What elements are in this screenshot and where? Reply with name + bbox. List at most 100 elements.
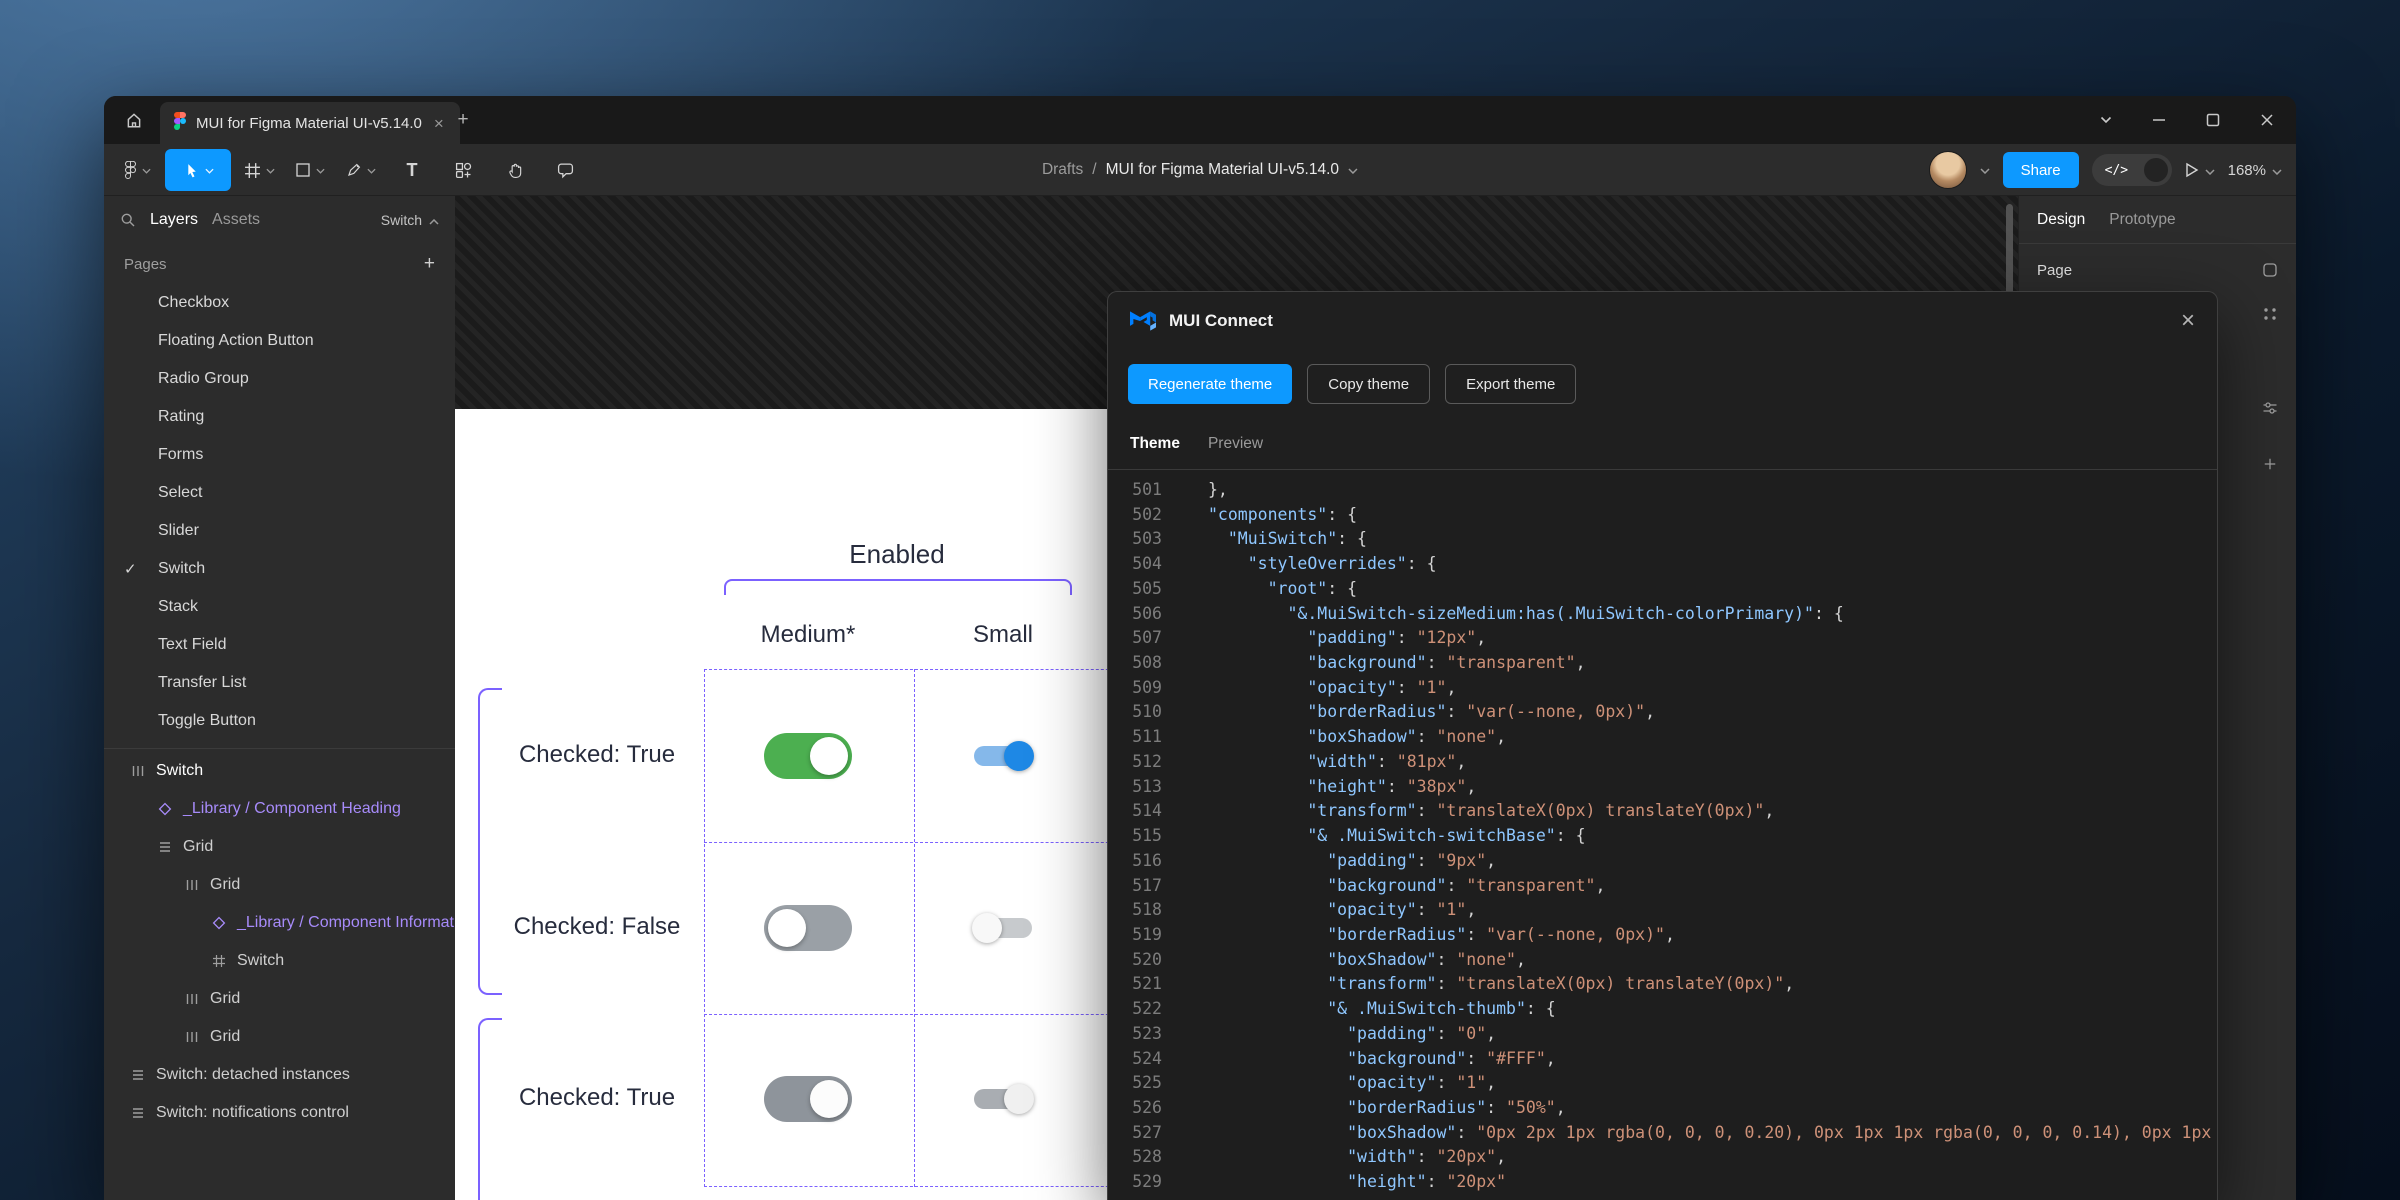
frame-tool[interactable] [236, 149, 282, 191]
zoom-control[interactable]: 168% [2228, 162, 2282, 179]
code-text: "transform": "translateX(0px) translateY… [1208, 799, 1774, 824]
page-row[interactable]: Toggle Button [104, 702, 455, 740]
page-row[interactable]: Rating [104, 398, 455, 436]
dev-mode-toggle[interactable]: </> [2092, 154, 2172, 186]
adjust-sliders-icon[interactable] [2258, 396, 2282, 420]
cols-icon [184, 1029, 200, 1045]
layer-row[interactable]: Switch [104, 752, 455, 790]
dialog-actions: Regenerate theme Copy theme Export theme [1108, 350, 2217, 418]
page-row[interactable]: Stack [104, 588, 455, 626]
window-close-button[interactable] [2260, 113, 2274, 127]
main-menu-button[interactable] [114, 149, 160, 191]
switch-medium-checked[interactable] [764, 1076, 852, 1122]
breadcrumb-folder[interactable]: Drafts [1042, 161, 1083, 179]
layer-row[interactable]: _Library / Component Information [104, 904, 455, 942]
switch-small-checked[interactable] [974, 741, 1032, 771]
line-number: 510 [1126, 700, 1162, 725]
avatar[interactable] [1929, 151, 1967, 189]
maximize-button[interactable] [2206, 113, 2220, 127]
present-button[interactable] [2185, 162, 2215, 179]
layer-row[interactable]: Grid [104, 980, 455, 1018]
switch-small-unchecked[interactable] [974, 913, 1032, 943]
layer-row[interactable]: Switch [104, 942, 455, 980]
code-text: "boxShadow": "none", [1208, 725, 1506, 750]
tab-prototype[interactable]: Prototype [2109, 211, 2175, 229]
layer-row[interactable]: Switch: notifications control [104, 1094, 455, 1132]
code-text: "borderRadius": "var(--none, 0px)", [1208, 923, 1675, 948]
minimize-button[interactable] [2152, 113, 2166, 127]
comment-tool[interactable] [542, 149, 588, 191]
chevron-down-icon[interactable] [1980, 161, 1990, 179]
group-bracket [724, 579, 1072, 595]
page-collapse-control[interactable]: Switch [381, 212, 439, 228]
tab-layers[interactable]: Layers [150, 211, 198, 229]
new-tab-button[interactable]: + [450, 107, 476, 133]
code-text: "components": { [1208, 503, 1357, 528]
code-area[interactable]: 501},502"components": {503 "MuiSwitch": … [1108, 470, 2217, 1200]
page-label: Floating Action Button [158, 332, 314, 350]
left-sidebar: Layers Assets Switch Pages + CheckboxFlo… [104, 196, 455, 1200]
layer-label: Switch [156, 762, 203, 780]
tab-close-icon[interactable]: × [432, 115, 446, 132]
chevron-up-icon [429, 212, 439, 228]
switch-medium-unchecked[interactable] [764, 905, 852, 951]
resources-tool[interactable] [440, 149, 486, 191]
breadcrumb-file[interactable]: MUI for Figma Material UI-v5.14.0 [1106, 161, 1339, 179]
page-row[interactable]: ✓Switch [104, 550, 455, 588]
move-tool[interactable] [165, 149, 231, 191]
styles-icon[interactable] [2258, 302, 2282, 326]
copy-theme-button[interactable]: Copy theme [1307, 364, 1430, 404]
page-label: Select [158, 484, 202, 502]
layer-row[interactable]: Grid [104, 866, 455, 904]
code-text: "background": "#FFF", [1208, 1047, 1556, 1072]
code-line: 521 "transform": "translateX(0px) transl… [1108, 972, 2217, 997]
layer-label: Grid [210, 1028, 240, 1046]
design-frame[interactable]: Enabled Medium*Small Checked: TrueChecke… [455, 409, 1155, 1200]
page-row[interactable]: Text Field [104, 626, 455, 664]
page-row[interactable]: Select [104, 474, 455, 512]
code-line: 525 "opacity": "1", [1108, 1071, 2217, 1096]
regenerate-theme-button[interactable]: Regenerate theme [1128, 364, 1292, 404]
dialog-tabs: Theme Preview [1108, 418, 2217, 470]
instance-icon [211, 915, 227, 931]
dialog-header: MUI Connect × [1108, 292, 2217, 350]
page-row[interactable]: Checkbox [104, 284, 455, 322]
line-number: 522 [1126, 997, 1162, 1022]
switch-thumb [810, 1080, 848, 1118]
search-icon[interactable] [120, 212, 136, 228]
code-line: 522 "& .MuiSwitch-thumb": { [1108, 997, 2217, 1022]
page-color-swatch-icon[interactable] [2262, 262, 2278, 278]
share-button[interactable]: Share [2003, 152, 2079, 188]
add-page-button[interactable]: + [424, 253, 435, 275]
line-number: 511 [1126, 725, 1162, 750]
layer-row[interactable]: Grid [104, 1018, 455, 1056]
pen-tool[interactable] [338, 149, 384, 191]
hand-tool[interactable] [491, 149, 537, 191]
page-row[interactable]: Transfer List [104, 664, 455, 702]
page-row[interactable]: Radio Group [104, 360, 455, 398]
shape-tool[interactable] [287, 149, 333, 191]
text-tool[interactable]: T [389, 149, 435, 191]
pages-list: Checkbox Floating Action Button Radio Grou… [104, 284, 455, 740]
page-row[interactable]: Floating Action Button [104, 322, 455, 360]
dialog-tab-theme[interactable]: Theme [1130, 435, 1180, 453]
page-row[interactable]: Forms [104, 436, 455, 474]
layer-row[interactable]: Switch: detached instances [104, 1056, 455, 1094]
mui-connect-dialog: MUI Connect × Regenerate theme Copy theme… [1107, 291, 2218, 1200]
add-style-icon[interactable] [2258, 452, 2282, 476]
dialog-tab-preview[interactable]: Preview [1208, 435, 1263, 453]
tab-design[interactable]: Design [2037, 211, 2085, 229]
tab-assets[interactable]: Assets [212, 211, 260, 229]
switch-small-checked[interactable] [974, 1084, 1032, 1114]
home-button[interactable] [118, 104, 150, 136]
chevron-down-icon[interactable] [1348, 161, 1358, 179]
window-menu-chevron-icon[interactable] [2100, 116, 2112, 124]
switch-medium-checked[interactable] [764, 733, 852, 779]
layer-row[interactable]: _Library / Component Heading [104, 790, 455, 828]
layer-row[interactable]: Grid [104, 828, 455, 866]
code-line: 509 "opacity": "1", [1108, 676, 2217, 701]
dialog-close-icon[interactable]: × [2181, 309, 2195, 333]
export-theme-button[interactable]: Export theme [1445, 364, 1576, 404]
file-tab[interactable]: MUI for Figma Material UI-v5.14.0 × [160, 102, 460, 144]
page-row[interactable]: Slider [104, 512, 455, 550]
